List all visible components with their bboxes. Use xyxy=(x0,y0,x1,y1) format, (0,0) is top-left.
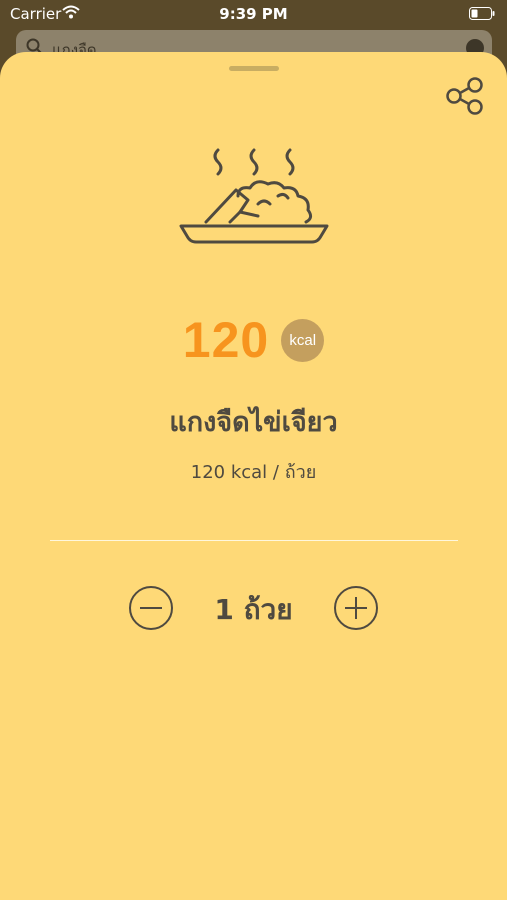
calorie-row: 120 kcal xyxy=(0,310,507,370)
food-plate-icon xyxy=(179,148,329,244)
kcal-badge: kcal xyxy=(281,318,325,362)
quantity-value: 1 ถ้วย xyxy=(214,593,293,626)
decrement-button[interactable] xyxy=(129,586,173,630)
share-icon[interactable] xyxy=(444,76,486,116)
clock: 9:39 PM xyxy=(219,5,288,23)
food-detail-sheet: 120 kcal แกงจืดไข่เจียว 120 kcal / ถ้วย … xyxy=(0,52,507,900)
quantity-stepper: 1 ถ้วย xyxy=(0,586,507,632)
food-name: แกงจืดไข่เจียว xyxy=(169,407,338,438)
calorie-value: 120 xyxy=(182,312,270,368)
sheet-grabber[interactable] xyxy=(229,66,279,71)
increment-button[interactable] xyxy=(334,586,378,630)
status-bar: Carrier 9:39 PM xyxy=(0,0,507,30)
serving-info: 120 kcal / ถ้วย xyxy=(190,462,317,483)
plus-icon-vertical xyxy=(355,597,357,619)
minus-icon xyxy=(140,607,162,609)
divider xyxy=(50,540,458,541)
battery-icon xyxy=(469,7,495,20)
